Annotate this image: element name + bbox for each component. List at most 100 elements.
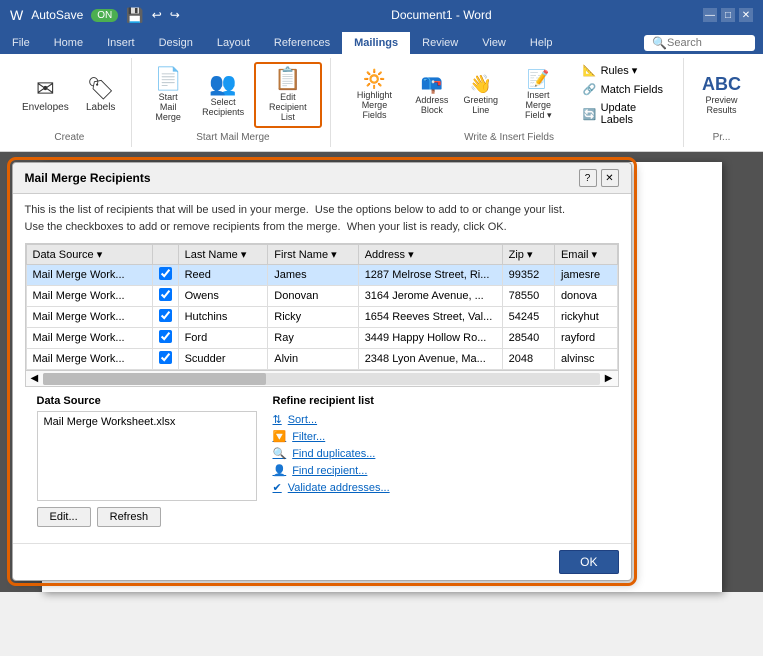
- tab-design[interactable]: Design: [147, 32, 205, 54]
- validate-addresses-link[interactable]: ✔ Validate addresses...: [273, 481, 607, 494]
- preview-results-button[interactable]: ABC PreviewResults: [696, 71, 747, 119]
- table-row[interactable]: Mail Merge Work... Hutchins Ricky 1654 R…: [26, 307, 617, 328]
- tab-references[interactable]: References: [262, 32, 342, 54]
- start-mail-merge-button[interactable]: 📄 Start MailMerge: [144, 64, 193, 126]
- insert-field-icon: 📝: [527, 70, 549, 88]
- find-duplicates-link[interactable]: 🔍 Find duplicates...: [273, 447, 607, 460]
- data-source-list-item[interactable]: Mail Merge Worksheet.xlsx: [40, 414, 254, 430]
- save-icon[interactable]: 💾: [126, 7, 143, 24]
- undo-btn[interactable]: ↩: [152, 8, 162, 22]
- filter-link[interactable]: 🔽 Filter...: [273, 430, 607, 443]
- cell-checkbox[interactable]: [152, 286, 178, 307]
- cell-last-name: Reed: [178, 265, 268, 286]
- edit-button[interactable]: Edit...: [37, 507, 91, 527]
- ok-button[interactable]: OK: [559, 550, 618, 574]
- close-btn[interactable]: ✕: [739, 8, 753, 22]
- tab-review[interactable]: Review: [410, 32, 470, 54]
- autosave-toggle[interactable]: ON: [91, 9, 118, 22]
- edit-recipient-list-button[interactable]: 📋 EditRecipient List: [254, 62, 323, 128]
- labels-icon: 🏷: [87, 78, 115, 100]
- recipients-table: Data Source ▾ Last Name ▾ First Name ▾ A…: [26, 244, 618, 370]
- minimize-btn[interactable]: —: [703, 8, 717, 22]
- col-data-source[interactable]: Data Source ▾: [26, 245, 152, 265]
- data-source-list: Mail Merge Worksheet.xlsx: [37, 411, 257, 501]
- cell-source: Mail Merge Work...: [26, 349, 152, 370]
- preview-group-label: Pr...: [713, 128, 731, 143]
- col-last-name[interactable]: Last Name ▾: [178, 245, 268, 265]
- greeting-line-icon: 👋: [470, 75, 492, 93]
- col-checkbox-header: [152, 245, 178, 265]
- table-row[interactable]: Mail Merge Work... Reed James 1287 Melro…: [26, 265, 617, 286]
- select-recipients-icon: 👥: [209, 73, 236, 95]
- update-labels-icon: 🔄: [583, 108, 597, 121]
- scroll-right-btn[interactable]: ▶: [602, 372, 616, 385]
- tab-file[interactable]: File: [0, 32, 42, 54]
- maximize-btn[interactable]: □: [721, 8, 735, 22]
- dialog-help-button[interactable]: ?: [579, 169, 597, 187]
- select-recipients-button[interactable]: 👥 SelectRecipients: [197, 69, 250, 121]
- dialog-bottom-section: Data Source Mail Merge Worksheet.xlsx Ed…: [25, 387, 619, 535]
- table-row[interactable]: Mail Merge Work... Owens Donovan 3164 Je…: [26, 286, 617, 307]
- labels-button[interactable]: 🏷 Labels: [79, 74, 123, 117]
- title-bar: W AutoSave ON 💾 ↩ ↪ Document1 - Word — □…: [0, 0, 763, 30]
- tab-view[interactable]: View: [470, 32, 518, 54]
- cell-address: 3449 Happy Hollow Ro...: [358, 328, 502, 349]
- cell-checkbox[interactable]: [152, 307, 178, 328]
- highlight-icon: 🔆: [363, 70, 385, 88]
- search-input[interactable]: [667, 37, 747, 49]
- dialog-footer: OK: [13, 543, 631, 580]
- address-block-button[interactable]: 📪 AddressBlock: [410, 71, 454, 119]
- dialog-close-button[interactable]: ✕: [601, 169, 619, 187]
- table-row[interactable]: Mail Merge Work... Ford Ray 3449 Happy H…: [26, 328, 617, 349]
- tab-home[interactable]: Home: [42, 32, 95, 54]
- col-email[interactable]: Email ▾: [554, 245, 617, 265]
- start-mail-merge-buttons: 📄 Start MailMerge 👥 SelectRecipients 📋 E…: [144, 62, 322, 128]
- cell-checkbox[interactable]: [152, 349, 178, 370]
- col-first-name[interactable]: First Name ▾: [268, 245, 358, 265]
- dialog-wrapper: Mail Merge Recipients ? ✕ This is the li…: [12, 162, 752, 581]
- sort-link[interactable]: ⇅ Sort...: [273, 413, 607, 426]
- find-duplicates-label: Find duplicates...: [292, 448, 375, 460]
- cell-zip: 28540: [502, 328, 554, 349]
- update-labels-button[interactable]: 🔄 Update Labels: [577, 100, 675, 128]
- find-recipient-icon: 👤: [273, 464, 287, 477]
- cell-zip: 2048: [502, 349, 554, 370]
- cell-address: 3164 Jerome Avenue, ...: [358, 286, 502, 307]
- cell-zip: 78550: [502, 286, 554, 307]
- refine-label: Refine recipient list: [273, 395, 607, 407]
- col-address[interactable]: Address ▾: [358, 245, 502, 265]
- tab-insert[interactable]: Insert: [95, 32, 147, 54]
- find-recipient-link[interactable]: 👤 Find recipient...: [273, 464, 607, 477]
- dialog-title-text: Mail Merge Recipients: [25, 171, 151, 185]
- table-row[interactable]: Mail Merge Work... Scudder Alvin 2348 Ly…: [26, 349, 617, 370]
- redo-btn[interactable]: ↪: [170, 8, 180, 22]
- scroll-left-btn[interactable]: ◀: [28, 372, 42, 385]
- preview-results-label: PreviewResults: [705, 95, 737, 115]
- search-box[interactable]: 🔍: [644, 35, 755, 51]
- greeting-line-button[interactable]: 👋 GreetingLine: [458, 71, 504, 119]
- highlight-label: HighlightMerge Fields: [349, 90, 400, 120]
- cell-last-name: Scudder: [178, 349, 268, 370]
- rules-button[interactable]: 📐 Rules ▾: [577, 62, 675, 79]
- start-mail-merge-icon: 📄: [154, 68, 181, 90]
- start-mail-merge-group-label: Start Mail Merge: [196, 128, 269, 143]
- preview-buttons: ABC PreviewResults: [696, 62, 747, 128]
- insert-merge-field-button[interactable]: 📝 Insert MergeField ▾: [508, 66, 569, 125]
- greeting-line-label: GreetingLine: [464, 95, 499, 115]
- highlight-merge-fields-button[interactable]: 🔆 HighlightMerge Fields: [343, 66, 406, 124]
- preview-results-icon: ABC: [702, 75, 741, 93]
- cell-checkbox[interactable]: [152, 265, 178, 286]
- tab-help[interactable]: Help: [518, 32, 565, 54]
- envelopes-button[interactable]: ✉ Envelopes: [16, 74, 75, 117]
- write-insert-group-label: Write & Insert Fields: [464, 128, 554, 143]
- tab-mailings[interactable]: Mailings: [342, 32, 410, 54]
- cell-email: alvinsc: [554, 349, 617, 370]
- col-zip[interactable]: Zip ▾: [502, 245, 554, 265]
- cell-checkbox[interactable]: [152, 328, 178, 349]
- tab-layout[interactable]: Layout: [205, 32, 262, 54]
- table-scrollbar[interactable]: ◀ ▶: [25, 371, 619, 387]
- refresh-button[interactable]: Refresh: [97, 507, 162, 527]
- match-fields-button[interactable]: 🔗 Match Fields: [577, 81, 675, 98]
- scroll-track[interactable]: [43, 373, 600, 385]
- cell-email: donova: [554, 286, 617, 307]
